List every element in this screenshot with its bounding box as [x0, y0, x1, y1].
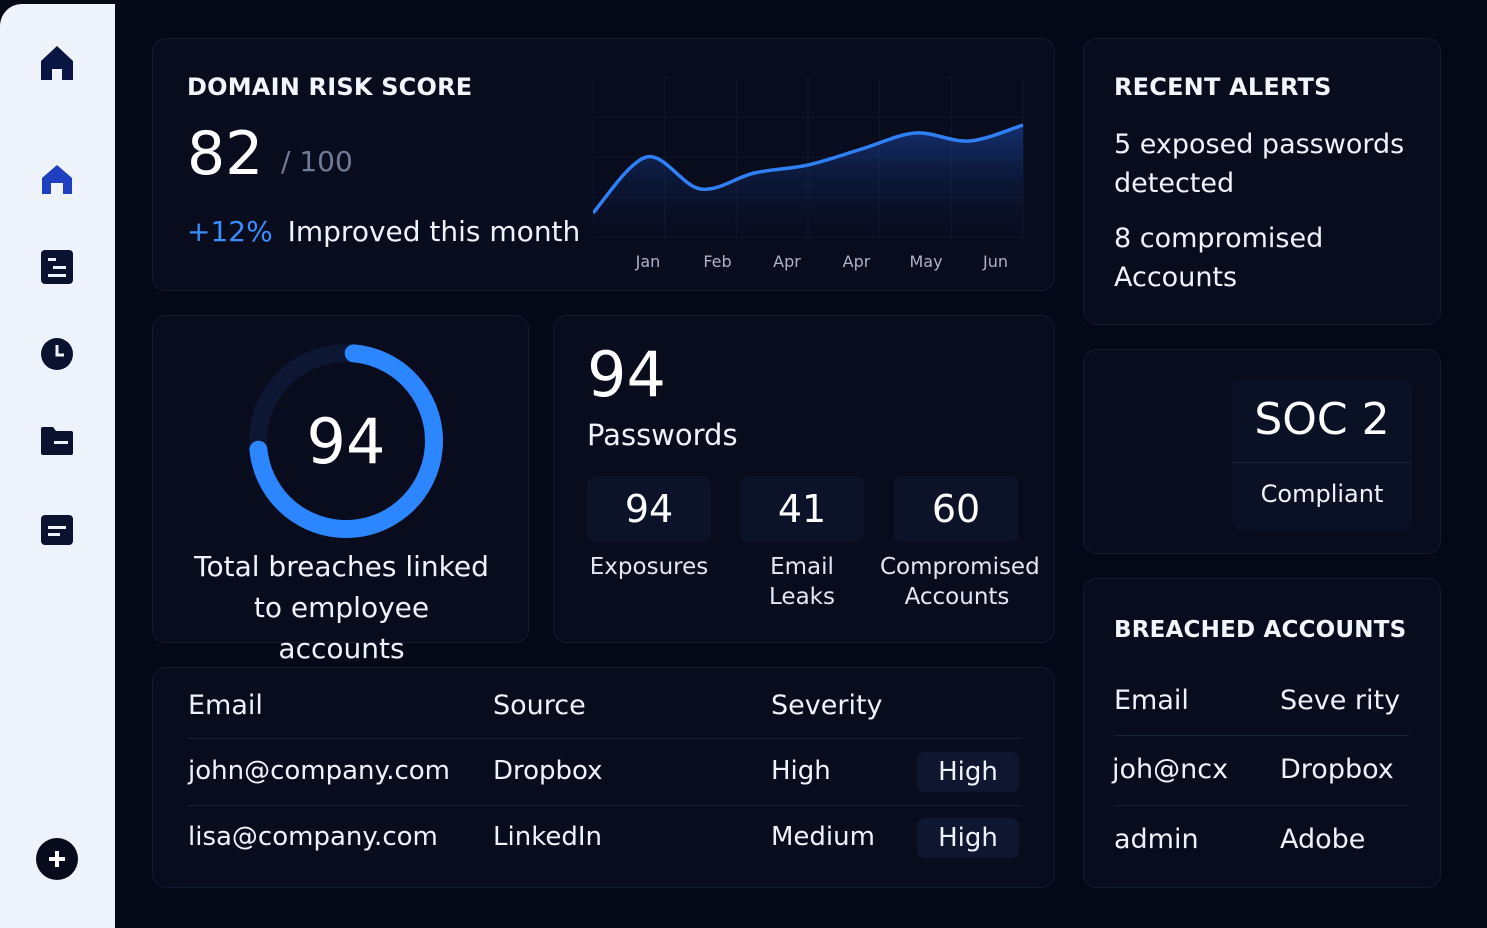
home-outline-icon[interactable] [38, 160, 76, 198]
row-severity: High [771, 756, 831, 786]
chart-x-tick-label: May [909, 252, 942, 271]
risk-title: DOMAIN RISK SCORE [187, 73, 473, 101]
severity-badge[interactable]: High [917, 752, 1019, 792]
list-icon[interactable] [38, 248, 76, 286]
column-header-severity[interactable]: Severity [771, 690, 883, 721]
row-divider [187, 738, 1022, 739]
add-button[interactable] [34, 836, 80, 882]
plus-circle-icon [36, 838, 78, 880]
risk-change-row: +12% Improved this month [187, 215, 580, 248]
breaches-card: 94 Total breaches linked to employee acc… [152, 315, 529, 665]
domain-risk-card: DOMAIN RISK SCORE 82 / 100 +12% Improved… [152, 38, 1055, 291]
clock-icon[interactable] [38, 335, 76, 373]
row-divider [187, 805, 1022, 806]
column-header-severity[interactable]: Seve rity [1280, 685, 1400, 716]
row-source: Dropbox [493, 756, 603, 786]
account-source: Adobe [1280, 824, 1366, 855]
row-email[interactable]: john@company.com [188, 756, 450, 786]
risk-change-value: +12% [187, 215, 273, 248]
chart-x-tick-label: Feb [703, 252, 731, 271]
home-icon[interactable] [38, 44, 76, 82]
column-header-source[interactable]: Source [493, 690, 586, 721]
sidebar [0, 4, 115, 928]
passwords-count: 94 [587, 338, 666, 411]
passwords-label: Passwords [587, 418, 738, 452]
chart-x-tick-label: Apr [773, 252, 801, 271]
folder-icon[interactable] [38, 422, 76, 460]
breached-accounts-card: BREACHED ACCOUNTS Email Seve rity joh@nc… [1083, 578, 1441, 888]
row-email[interactable]: lisa@company.com [188, 822, 438, 852]
risk-score-value: 82 [187, 119, 264, 189]
soc2-divider [1232, 462, 1412, 463]
chart-x-tick-label: Jun [982, 252, 1008, 271]
breach-table: Email Source Severity john@company.com D… [152, 667, 1055, 888]
breaches-value: 94 [306, 404, 386, 478]
breaches-caption: Total breaches linked to employee accoun… [194, 550, 489, 665]
recent-alerts-card: RECENT ALERTS 5 exposed passwords detect… [1083, 38, 1441, 325]
email-leaks-stat[interactable]: 41 [740, 476, 864, 542]
compromised-accounts-stat[interactable]: 60 [894, 476, 1018, 542]
account-email[interactable]: joh@ncx [1112, 754, 1228, 785]
compromised-accounts-label: Compromised Accounts [880, 554, 1040, 610]
row-divider [1114, 735, 1409, 736]
passwords-card: 94 Passwords 94 Exposures 41 Email Leaks… [553, 315, 1055, 643]
column-header-email[interactable]: Email [188, 690, 263, 721]
soc2-title: SOC 2 [1254, 394, 1390, 445]
soc2-status: Compliant [1260, 480, 1384, 508]
email-leaks-label: Email Leaks [769, 554, 835, 610]
account-source: Dropbox [1280, 754, 1394, 785]
breached-accounts-title: BREACHED ACCOUNTS [1114, 617, 1407, 643]
risk-change-text: Improved this month [287, 215, 581, 248]
chart-x-tick-label: Apr [843, 252, 871, 271]
exposures-stat[interactable]: 94 [587, 476, 711, 542]
account-email[interactable]: admin [1114, 824, 1199, 855]
alert-item[interactable]: 8 compromised Accounts [1114, 219, 1424, 297]
row-source: LinkedIn [493, 822, 602, 852]
risk-trend-chart: Jan Feb Apr Apr May Jun [593, 77, 1024, 271]
alerts-title: RECENT ALERTS [1114, 73, 1332, 101]
document-icon[interactable] [38, 511, 76, 549]
soc2-badge[interactable]: SOC 2 Compliant [1232, 380, 1412, 530]
soc2-card: SOC 2 Compliant [1083, 349, 1441, 554]
chart-x-tick-label: Jan [635, 252, 661, 271]
alert-item[interactable]: 5 exposed passwords detected [1114, 125, 1424, 203]
row-severity: Medium [771, 822, 875, 852]
row-divider [1114, 805, 1409, 806]
exposures-label: Exposures [589, 554, 709, 580]
column-header-email[interactable]: Email [1114, 685, 1189, 716]
risk-score-max: / 100 [281, 145, 353, 178]
severity-badge[interactable]: High [917, 818, 1019, 858]
